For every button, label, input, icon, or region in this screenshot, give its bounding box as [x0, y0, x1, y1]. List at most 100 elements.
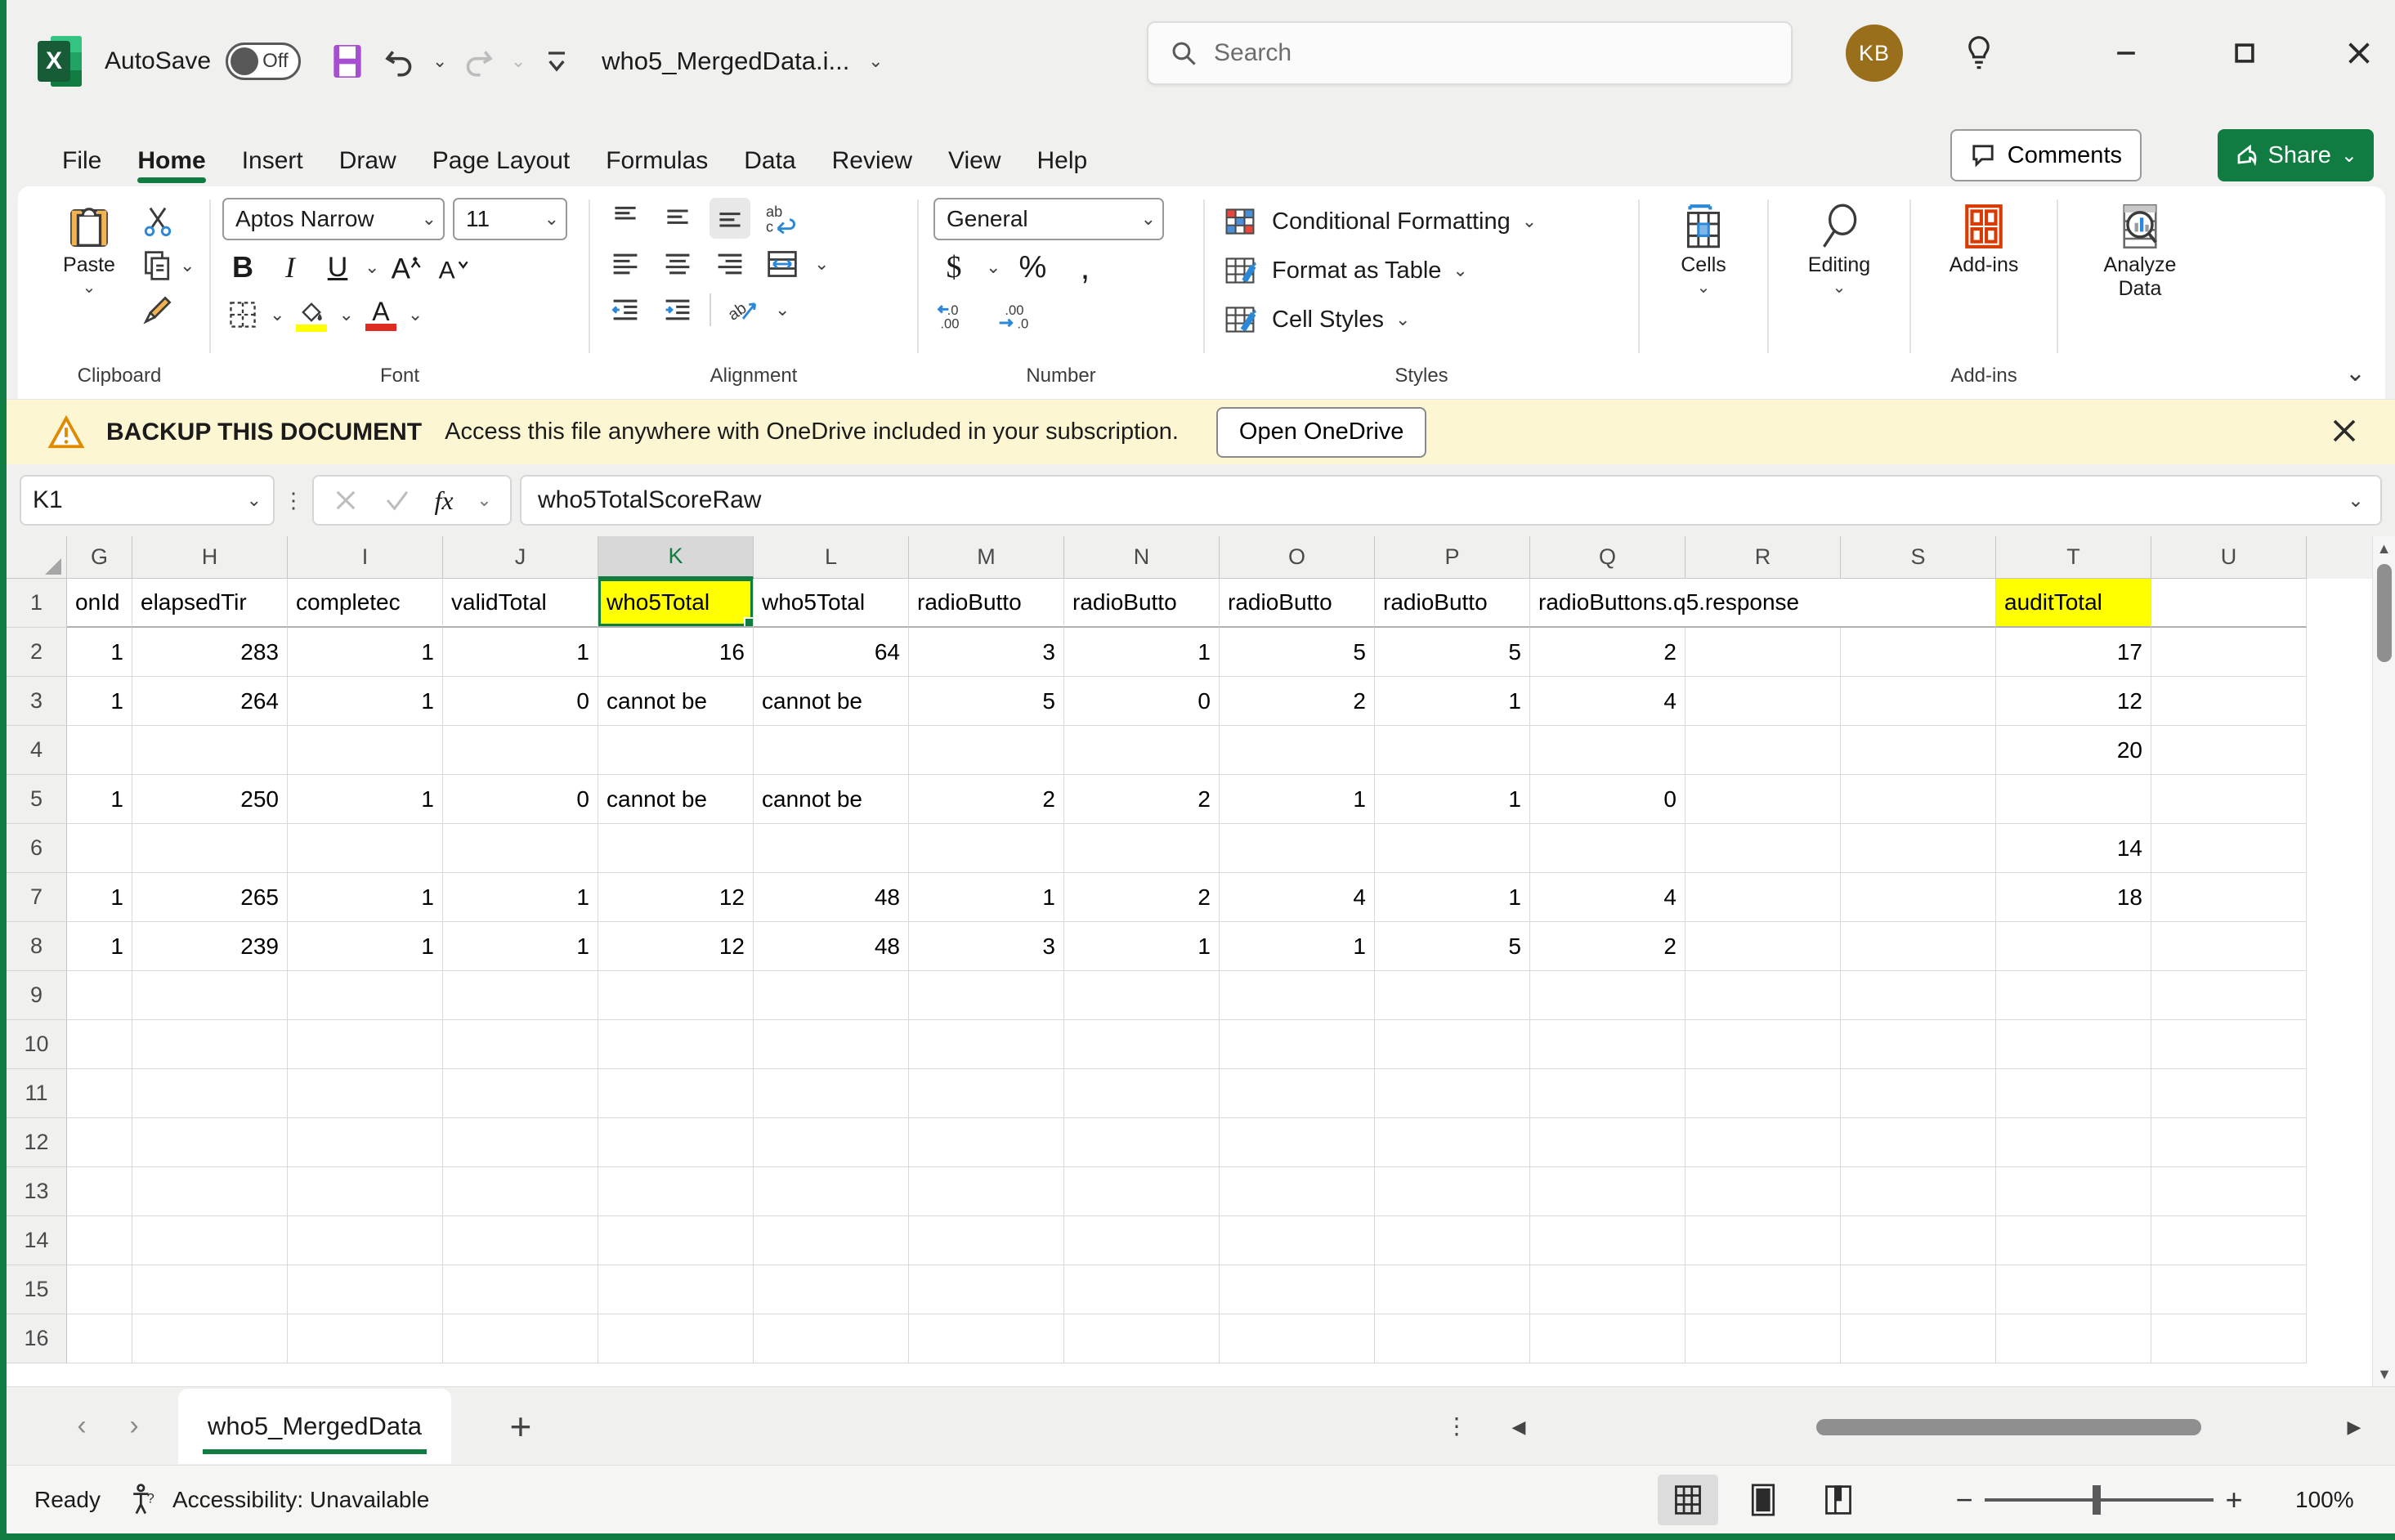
cell-R14[interactable]	[1685, 1216, 1841, 1265]
column-header-m[interactable]: M	[909, 536, 1064, 579]
tab-page-layout[interactable]: Page Layout	[414, 147, 588, 186]
cell-L11[interactable]	[754, 1069, 909, 1118]
cell-P1[interactable]: radioButto	[1375, 579, 1530, 628]
cell-U13[interactable]	[2151, 1167, 2307, 1216]
undo-icon[interactable]	[374, 36, 425, 87]
column-header-q[interactable]: Q	[1530, 536, 1685, 579]
sheet-next-icon[interactable]: ›	[108, 1410, 160, 1442]
cell-I11[interactable]	[288, 1069, 443, 1118]
cell-K12[interactable]	[598, 1118, 754, 1167]
column-header-r[interactable]: R	[1685, 536, 1841, 579]
cell-L8[interactable]: 48	[754, 922, 909, 971]
add-sheet-button[interactable]: +	[484, 1408, 557, 1445]
vertical-scrollbar[interactable]: ▲ ▼	[2372, 536, 2395, 1386]
cell-U1[interactable]	[2151, 579, 2307, 628]
row-header-8[interactable]: 8	[7, 922, 67, 971]
cell-T12[interactable]	[1996, 1118, 2151, 1167]
cell-R11[interactable]	[1685, 1069, 1841, 1118]
cell-G2[interactable]: 1	[67, 628, 132, 677]
cell-M15[interactable]	[909, 1265, 1064, 1314]
cell-Q12[interactable]	[1530, 1118, 1685, 1167]
cell-T10[interactable]	[1996, 1020, 2151, 1069]
cut-button[interactable]	[137, 201, 178, 242]
tab-home[interactable]: Home	[119, 147, 223, 186]
cell-I10[interactable]	[288, 1020, 443, 1069]
cell-G3[interactable]: 1	[67, 677, 132, 726]
cell-R3[interactable]	[1685, 677, 1841, 726]
cell-P14[interactable]	[1375, 1216, 1530, 1265]
cell-K15[interactable]	[598, 1265, 754, 1314]
autosave-toggle[interactable]: Off	[226, 43, 302, 80]
cell-Q4[interactable]	[1530, 726, 1685, 775]
page-break-view-icon[interactable]	[1808, 1475, 1869, 1525]
decrease-font-size-button[interactable]: A	[433, 247, 474, 288]
document-title[interactable]: who5_MergedData.i...	[602, 47, 849, 76]
hscroll-right-icon[interactable]: ▶	[2338, 1417, 2370, 1438]
underline-button[interactable]: U	[317, 247, 358, 288]
cell-M9[interactable]	[909, 971, 1064, 1020]
undo-dropdown-icon[interactable]: ⌄	[427, 51, 453, 72]
cell-I13[interactable]	[288, 1167, 443, 1216]
cell-O6[interactable]	[1220, 824, 1375, 873]
cell-J9[interactable]	[443, 971, 598, 1020]
conditional-formatting-button[interactable]: Conditional Formatting ⌄	[1220, 201, 1537, 242]
cell-O4[interactable]	[1220, 726, 1375, 775]
cell-J16[interactable]	[443, 1314, 598, 1363]
align-bottom-button[interactable]	[710, 198, 750, 239]
tab-help[interactable]: Help	[1019, 147, 1106, 186]
cell-K4[interactable]	[598, 726, 754, 775]
row-header-1[interactable]: 1	[7, 579, 67, 628]
hscroll-left-icon[interactable]: ◀	[1502, 1417, 1535, 1438]
cell-H16[interactable]	[132, 1314, 288, 1363]
cell-styles-button[interactable]: Cell Styles ⌄	[1220, 299, 1410, 340]
row-header-16[interactable]: 16	[7, 1314, 67, 1363]
column-header-s[interactable]: S	[1841, 536, 1996, 579]
cell-H5[interactable]: 250	[132, 775, 288, 824]
cell-H6[interactable]	[132, 824, 288, 873]
cell-R10[interactable]	[1685, 1020, 1841, 1069]
row-header-14[interactable]: 14	[7, 1216, 67, 1265]
cell-O11[interactable]	[1220, 1069, 1375, 1118]
column-header-j[interactable]: J	[443, 536, 598, 579]
sheet-bar-options-icon[interactable]: ⋮	[1445, 1412, 1468, 1439]
cell-M12[interactable]	[909, 1118, 1064, 1167]
minimize-icon[interactable]	[2099, 26, 2153, 80]
cell-U15[interactable]	[2151, 1265, 2307, 1314]
borders-button[interactable]	[222, 294, 263, 335]
cell-I9[interactable]	[288, 971, 443, 1020]
cell-P3[interactable]: 1	[1375, 677, 1530, 726]
cell-P15[interactable]	[1375, 1265, 1530, 1314]
cell-L14[interactable]	[754, 1216, 909, 1265]
cell-I2[interactable]: 1	[288, 628, 443, 677]
cell-M3[interactable]: 5	[909, 677, 1064, 726]
cell-U2[interactable]	[2151, 628, 2307, 677]
cell-I3[interactable]: 1	[288, 677, 443, 726]
cell-R13[interactable]	[1685, 1167, 1841, 1216]
cell-M11[interactable]	[909, 1069, 1064, 1118]
cell-U5[interactable]	[2151, 775, 2307, 824]
cell-N2[interactable]: 1	[1064, 628, 1220, 677]
cell-G4[interactable]	[67, 726, 132, 775]
copy-button[interactable]	[137, 245, 178, 286]
cell-S8[interactable]	[1841, 922, 1996, 971]
cell-P5[interactable]: 1	[1375, 775, 1530, 824]
cell-J5[interactable]: 0	[443, 775, 598, 824]
sheet-tab-who5-mergeddata[interactable]: who5_MergedData	[178, 1388, 451, 1464]
column-header-h[interactable]: H	[132, 536, 288, 579]
cell-M13[interactable]	[909, 1167, 1064, 1216]
horizontal-scrollbar[interactable]: ◀ ▶	[1502, 1417, 2370, 1438]
cell-J13[interactable]	[443, 1167, 598, 1216]
currency-button[interactable]: $	[933, 247, 974, 288]
cell-N7[interactable]: 2	[1064, 873, 1220, 922]
cell-L5[interactable]: cannot be	[754, 775, 909, 824]
cell-T8[interactable]	[1996, 922, 2151, 971]
tab-draw[interactable]: Draw	[321, 147, 414, 186]
save-icon[interactable]	[322, 36, 373, 87]
cell-R7[interactable]	[1685, 873, 1841, 922]
cell-K5[interactable]: cannot be	[598, 775, 754, 824]
cell-U11[interactable]	[2151, 1069, 2307, 1118]
cell-L15[interactable]	[754, 1265, 909, 1314]
cell-P10[interactable]	[1375, 1020, 1530, 1069]
cell-T13[interactable]	[1996, 1167, 2151, 1216]
font-color-button[interactable]: A	[360, 294, 401, 335]
